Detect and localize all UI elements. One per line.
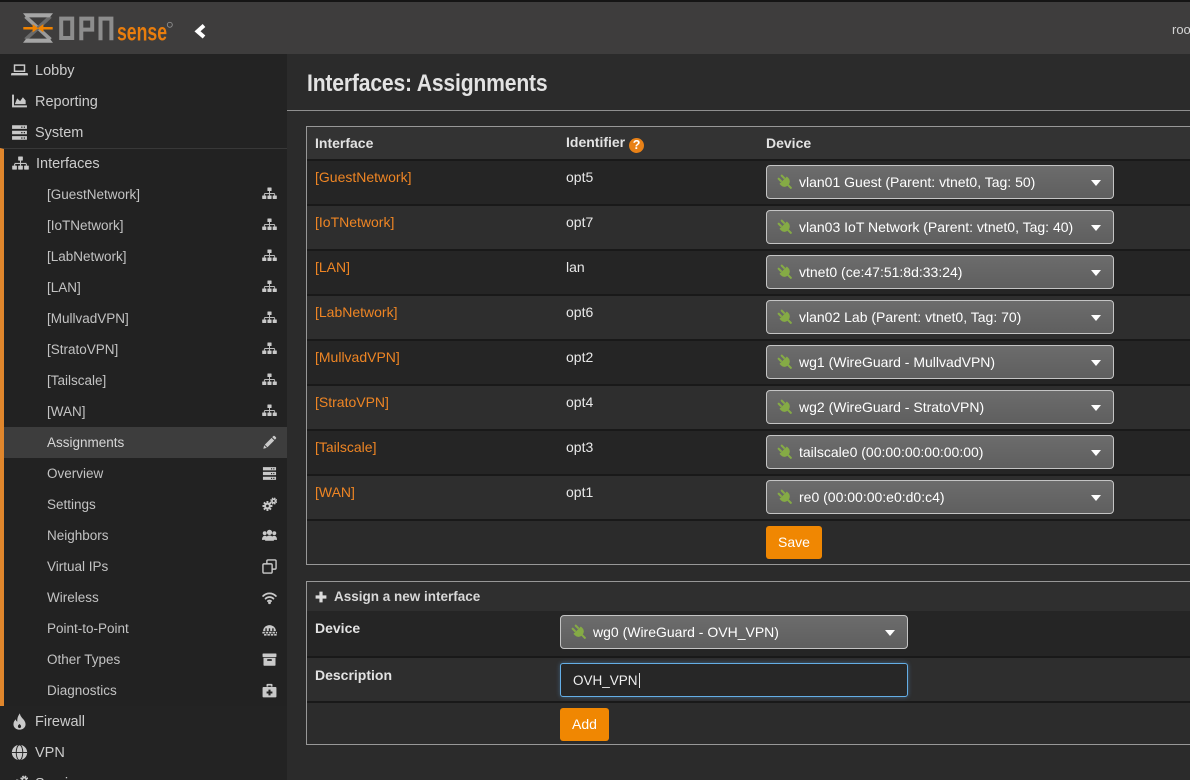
svg-text:sense: sense [117, 18, 167, 46]
